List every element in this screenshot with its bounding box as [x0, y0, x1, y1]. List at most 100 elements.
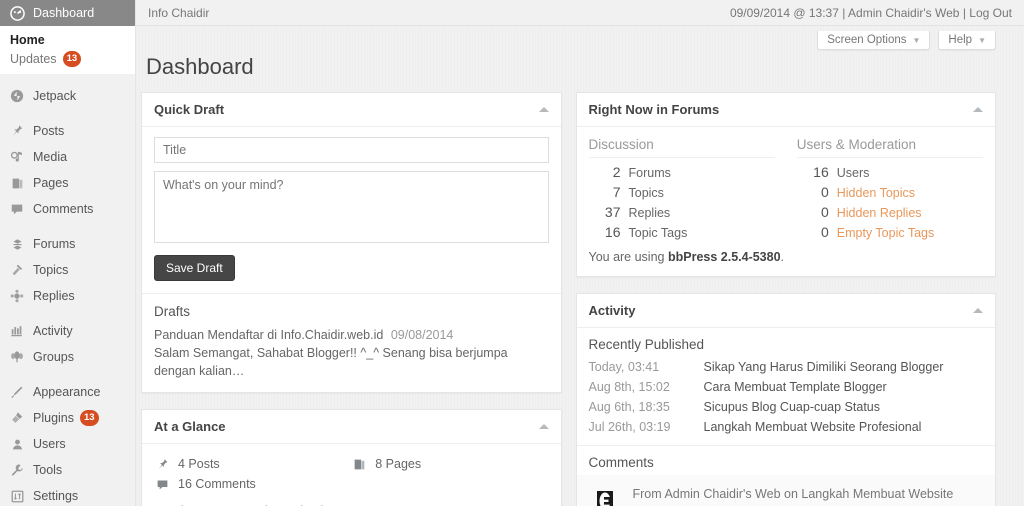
right-now-forums-body: Discussion 2 Forums 7 Topics 37 Replies … [577, 127, 996, 276]
glance-item-posts[interactable]: 4 Posts [154, 454, 351, 474]
recently-published-heading: Recently Published [588, 337, 705, 352]
draft-title[interactable]: Panduan Mendaftar di Info.Chaidir.web.id [154, 328, 383, 342]
draft-title-input[interactable] [154, 137, 549, 163]
sidebar-item-label: Settings [33, 489, 79, 503]
wordpress-version-note: WordPress 4.0 running Point theme. [154, 494, 549, 506]
stat-count: 37 [604, 204, 621, 220]
topics-icon [8, 261, 26, 279]
stat-count: 0 [820, 224, 829, 240]
sidebar-item-label: Replies [33, 289, 75, 303]
stat-row: 7 Topics [589, 182, 775, 202]
sidebar-item-label: Media [33, 150, 68, 164]
stat-label[interactable]: Hidden Replies [837, 206, 922, 220]
drafts-section: Drafts Panduan Mendaftar di Info.Chaidir… [142, 293, 561, 392]
activity-date: Aug 6th, 18:35 [588, 400, 670, 414]
chevron-up-icon[interactable] [973, 107, 983, 112]
draft-item[interactable]: Panduan Mendaftar di Info.Chaidir.web.id… [154, 326, 549, 344]
save-draft-button[interactable]: Save Draft [154, 255, 235, 281]
sidebar-item-users[interactable]: Users [0, 431, 135, 457]
stat-count: 16 [813, 164, 829, 180]
sidebar-item-settings[interactable]: Settings [0, 483, 135, 506]
discussion-column: Discussion 2 Forums 7 Topics 37 Replies … [588, 137, 775, 242]
sidebar-item-label: Activity [33, 324, 73, 338]
discussion-heading: Discussion [588, 137, 775, 158]
stat-label: Users [836, 166, 870, 180]
at-a-glance-title: At a Glance [154, 419, 226, 435]
chevron-up-icon[interactable] [973, 308, 983, 313]
sidebar-item-comments[interactable]: Comments [0, 196, 135, 222]
jetpack-icon [8, 87, 26, 105]
drafts-heading: Drafts [154, 304, 191, 319]
pages-icon [8, 174, 26, 192]
stat-count: 0 [820, 204, 829, 220]
panel-header: Activity [576, 294, 995, 328]
chevron-up-icon[interactable] [538, 107, 549, 112]
screen-options-button[interactable]: Screen Options ▼ [817, 31, 931, 50]
sidebar-item-activity[interactable]: Activity [0, 318, 135, 344]
stat-count: 2 [612, 164, 621, 180]
activity-date: Aug 8th, 15:02 [588, 380, 670, 394]
chevron-down-icon: ▼ [912, 35, 921, 45]
activity-post-link[interactable]: Langkah Membuat Website Profesional [704, 420, 922, 434]
wp-admin-screen: Dashboard Home Updates 13 Jetpack Posts [0, 0, 1024, 506]
activity-date: Today, 03:41 [588, 360, 660, 374]
stat-row: 37 Replies [589, 202, 775, 222]
help-button[interactable]: Help ▼ [938, 31, 996, 50]
sidebar-item-replies[interactable]: Replies [0, 283, 135, 309]
content-wrap: Dashboard Quick Draft Save Draft [136, 50, 1024, 506]
comment-item: From Admin Chaidir's Web on Langkah Memb… [576, 475, 995, 506]
sidebar-item-topics[interactable]: Topics [0, 257, 135, 283]
at-a-glance-panel: At a Glance 4 Posts 8 Pages 16 Comments [141, 409, 562, 506]
activity-icon [8, 322, 26, 340]
sidebar-subitem-label: Home [10, 32, 45, 47]
menu-separator [0, 109, 135, 118]
menu-separator [0, 370, 135, 379]
appearance-icon [8, 383, 26, 401]
log-out-link[interactable]: Log Out [969, 6, 1012, 20]
stat-row: 0 Hidden Topics [797, 182, 983, 202]
activity-post-link[interactable]: Sikap Yang Harus Dimiliki Seorang Blogge… [704, 360, 944, 374]
help-label: Help [948, 34, 973, 46]
activity-post-link[interactable]: Sicupus Blog Cuap-cuap Status [704, 400, 881, 414]
glance-item-pages[interactable]: 8 Pages [351, 454, 548, 474]
sidebar-item-forums[interactable]: Forums [0, 231, 135, 257]
glance-label: 16 Comments [178, 477, 256, 492]
dashboard-submenu: Home Updates 13 [0, 26, 135, 74]
version-post-text: . [780, 250, 785, 264]
plugins-count-badge: 13 [80, 410, 99, 426]
sidebar-item-plugins[interactable]: Plugins 13 [0, 405, 135, 431]
sidebar-item-tools[interactable]: Tools [0, 457, 135, 483]
stat-label: Topic Tags [628, 226, 688, 240]
draft-content-textarea[interactable] [154, 171, 549, 243]
sidebar-item-appearance[interactable]: Appearance [0, 379, 135, 405]
stat-label: Topics [628, 186, 664, 200]
activity-title: Activity [588, 303, 636, 318]
sidebar-subitem-updates[interactable]: Updates 13 [0, 49, 135, 68]
glance-item-comments[interactable]: 16 Comments [154, 474, 351, 494]
activity-post-link[interactable]: Cara Membuat Template Blogger [704, 380, 887, 394]
sidebar-item-label: Jetpack [33, 89, 77, 103]
sidebar-item-jetpack[interactable]: Jetpack [0, 83, 135, 109]
chevron-up-icon[interactable] [538, 424, 549, 430]
sidebar-subitem-home[interactable]: Home [0, 30, 135, 49]
panel-header: Quick Draft [142, 93, 561, 127]
stat-label[interactable]: Hidden Topics [837, 186, 915, 200]
bbpress-version-note: You are using bbPress 2.5.4-5380. [589, 242, 984, 264]
pages-icon [351, 458, 367, 471]
admin-bar-right: 09/09/2014 @ 13:37 | Admin Chaidir's Web… [730, 6, 1012, 20]
sidebar-item-media[interactable]: Media [0, 144, 135, 170]
sidebar-item-groups[interactable]: Groups [0, 344, 135, 370]
stat-label[interactable]: Empty Topic Tags [837, 226, 935, 240]
sidebar-item-pages[interactable]: Pages [0, 170, 135, 196]
main-content: Info Chaidir 09/09/2014 @ 13:37 | Admin … [136, 0, 1024, 506]
sidebar-item-label: Users [33, 437, 66, 451]
moderation-heading: Users & Moderation [796, 137, 983, 158]
site-name-link[interactable]: Info Chaidir [148, 6, 209, 20]
stat-row: 0 Hidden Replies [797, 202, 983, 222]
sidebar-item-posts[interactable]: Posts [0, 118, 135, 144]
current-user-link[interactable]: Admin Chaidir's Web [848, 6, 959, 20]
version-pre-text: You are using [588, 250, 668, 264]
sidebar-item-dashboard[interactable]: Dashboard [0, 0, 135, 26]
stat-label: Forums [628, 166, 671, 180]
stat-count: 16 [604, 224, 621, 240]
